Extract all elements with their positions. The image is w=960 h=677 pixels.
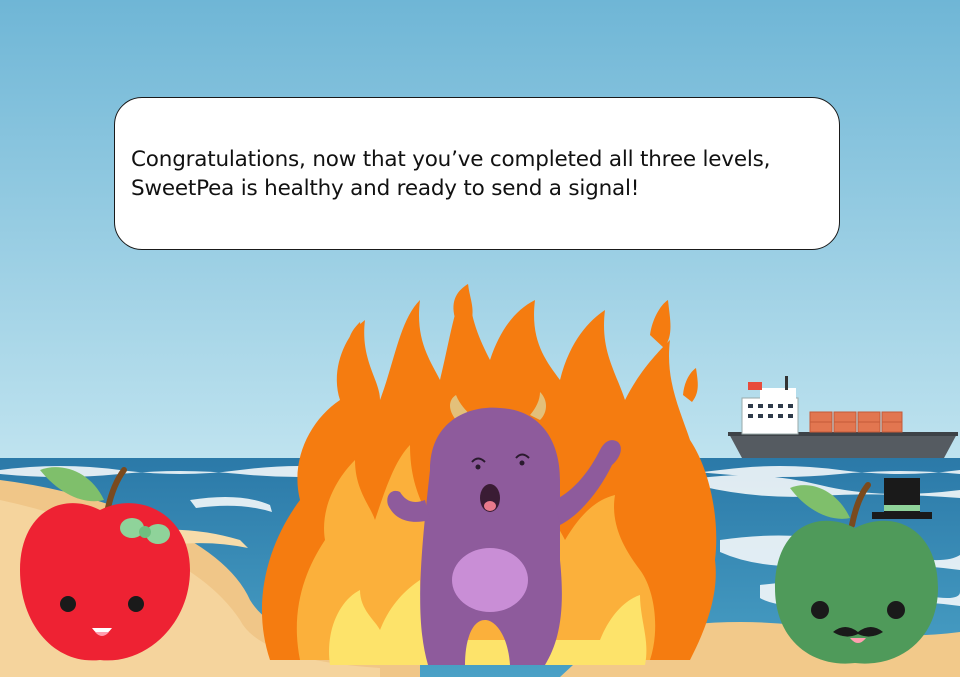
dialog-message: Congratulations, now that you’ve complet… <box>131 146 771 201</box>
dialog-box: Congratulations, now that you’ve complet… <box>114 97 840 250</box>
